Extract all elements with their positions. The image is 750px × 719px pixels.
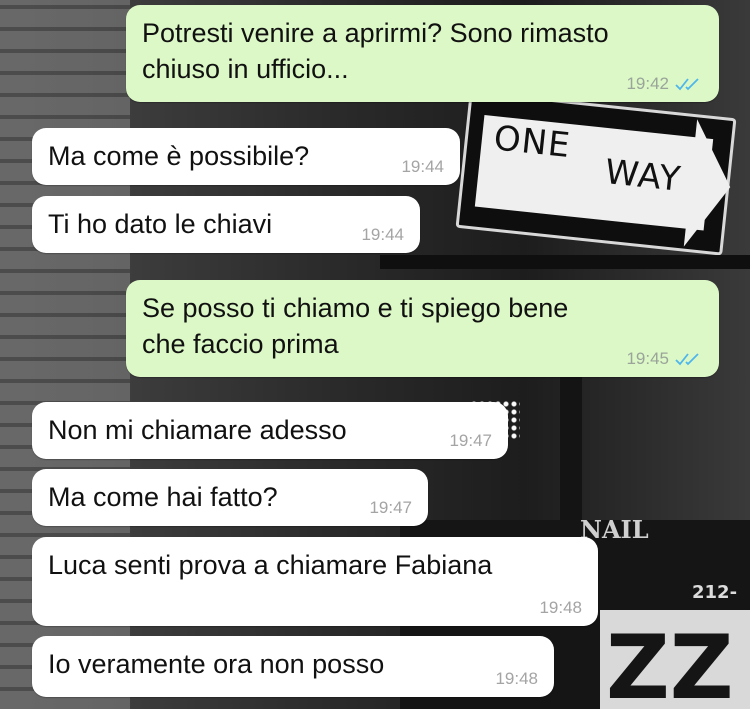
- message-text: Io veramente ora non posso: [48, 649, 385, 679]
- message-text: Ma come hai fatto?: [48, 482, 278, 512]
- message-text: Se posso ti chiamo e ti spiego bene che …: [142, 293, 569, 359]
- store-phone-number: 212-: [692, 582, 738, 603]
- message-time: 19:45: [626, 349, 669, 368]
- message-bubble-outgoing[interactable]: Se posso ti chiamo e ti spiego bene che …: [126, 280, 719, 377]
- message-bubble-incoming[interactable]: Ma come è possibile? 19:44: [32, 128, 460, 185]
- message-bubble-incoming[interactable]: Luca senti prova a chiamare Fabiana 19:4…: [32, 537, 598, 626]
- message-time: 19:44: [401, 157, 444, 176]
- message-text: Potresti venire a aprirmi? Sono rimasto …: [142, 18, 609, 84]
- one-way-street-sign: ONE WAY: [455, 90, 737, 256]
- message-time: 19:42: [626, 74, 669, 93]
- message-time: 19:47: [449, 431, 492, 450]
- message-time: 19:44: [361, 225, 404, 244]
- sign-text-one: ONE: [491, 118, 573, 167]
- message-text: Non mi chiamare adesso: [48, 415, 347, 445]
- message-meta: 19:47: [369, 498, 412, 518]
- double-check-icon: [675, 78, 699, 91]
- big-letters-text: ZZ: [606, 616, 734, 719]
- message-time: 19:47: [369, 498, 412, 517]
- message-bubble-incoming[interactable]: Ti ho dato le chiavi 19:44: [32, 196, 420, 253]
- message-bubble-incoming[interactable]: Ma come hai fatto? 19:47: [32, 469, 428, 526]
- message-text: Luca senti prova a chiamare Fabiana: [48, 550, 493, 580]
- message-meta: 19:48: [495, 669, 538, 689]
- message-meta: 19:44: [361, 225, 404, 245]
- message-text: Ma come è possibile?: [48, 141, 310, 171]
- message-text: Ti ho dato le chiavi: [48, 209, 273, 239]
- message-meta: 19:47: [449, 431, 492, 451]
- double-check-icon: [675, 353, 699, 366]
- message-time: 19:48: [539, 598, 582, 617]
- message-meta: 19:48: [539, 598, 582, 618]
- message-bubble-outgoing[interactable]: Potresti venire a aprirmi? Sono rimasto …: [126, 5, 719, 102]
- message-meta: 19:44: [401, 157, 444, 177]
- sign-text-way: WAY: [603, 152, 683, 200]
- message-bubble-incoming[interactable]: Io veramente ora non posso 19:48: [32, 636, 554, 697]
- traffic-pole-crossbar: [380, 255, 750, 269]
- message-meta: 19:45: [626, 349, 703, 369]
- message-time: 19:48: [495, 669, 538, 688]
- message-bubble-incoming[interactable]: Non mi chiamare adesso 19:47: [32, 402, 508, 459]
- message-meta: 19:42: [626, 74, 703, 94]
- store-big-letters: ZZ: [600, 610, 750, 719]
